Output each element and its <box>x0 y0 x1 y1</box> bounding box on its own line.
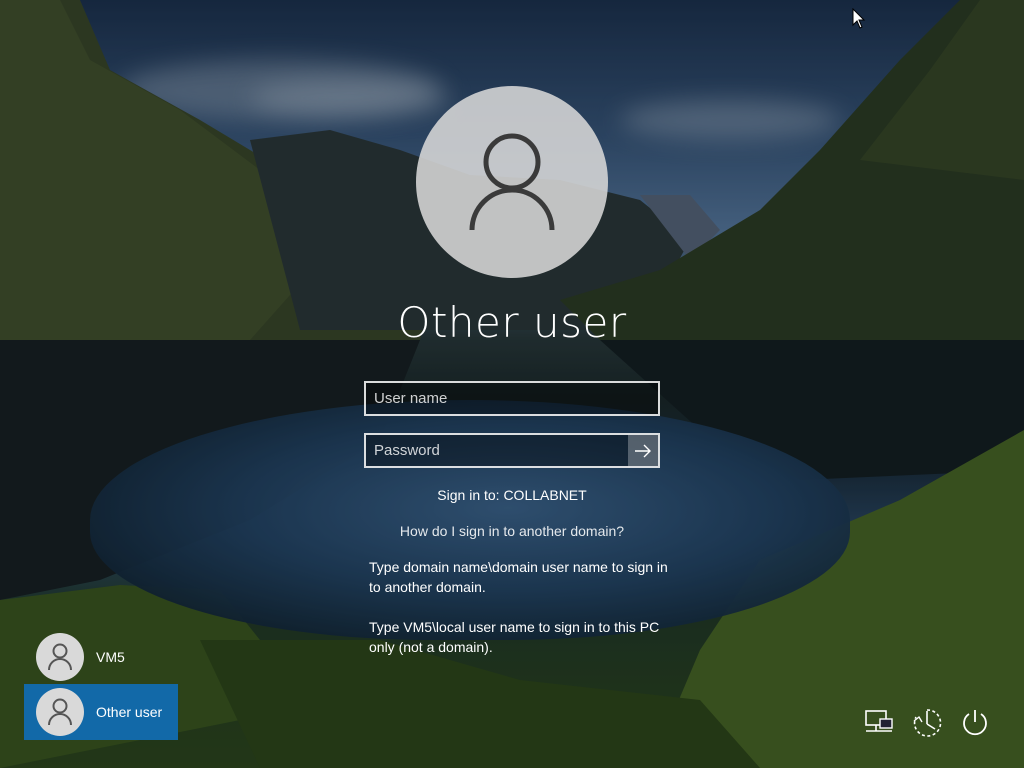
password-field-container <box>364 433 660 468</box>
submit-button[interactable] <box>628 435 658 466</box>
user-tile-label: VM5 <box>96 649 125 665</box>
password-input[interactable] <box>366 435 628 466</box>
avatar <box>36 688 84 736</box>
user-tile-other-user[interactable]: Other user <box>24 684 178 740</box>
ease-of-access-icon <box>913 709 942 737</box>
sign-in-domain-label: Sign in to: COLLABNET <box>437 487 587 503</box>
page-title: Other user <box>397 298 627 347</box>
arrow-right-icon <box>635 444 651 457</box>
user-avatar <box>416 86 608 278</box>
help-text-domain: Type domain name\domain user name to sig… <box>369 559 668 595</box>
username-input[interactable] <box>366 383 658 414</box>
user-icon <box>469 133 555 231</box>
avatar <box>36 633 84 681</box>
ease-of-access-button[interactable] <box>910 706 944 740</box>
network-button[interactable] <box>862 706 896 740</box>
user-tile-vm5[interactable]: VM5 <box>24 629 178 685</box>
user-tile-label: Other user <box>96 704 163 720</box>
power-icon <box>963 710 987 736</box>
help-text-local: Type VM5\local user name to sign in to t… <box>369 619 660 655</box>
mouse-cursor-icon <box>852 7 866 35</box>
network-icon <box>865 710 893 732</box>
domain-help-link[interactable]: How do I sign in to another domain? <box>0 523 1024 539</box>
user-icon <box>48 643 72 671</box>
user-icon <box>48 698 72 726</box>
power-button[interactable] <box>958 706 992 740</box>
username-field-container <box>364 381 660 416</box>
